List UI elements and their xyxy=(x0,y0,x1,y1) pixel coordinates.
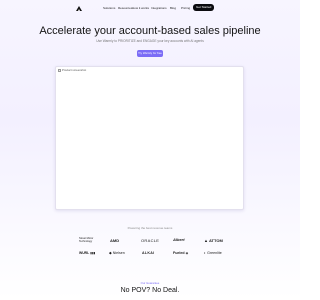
nav-item-blog[interactable]: Blog xyxy=(170,6,176,10)
logo-label: ALKAI xyxy=(142,251,155,255)
nav-item-solutions[interactable]: Solutions xyxy=(103,6,115,10)
logo-label: Albert xyxy=(173,237,185,242)
logo-label: Street Motor Technology xyxy=(79,237,94,243)
nav-item-integrations[interactable]: Integrations xyxy=(151,6,167,10)
logo-label: WURL xyxy=(79,251,90,255)
hero-subtitle: Use Warmly to PRIORITIZE and ENGAGE your… xyxy=(96,39,204,43)
logo-fueled: Fueled ◉ xyxy=(173,251,188,256)
nav-item-pricing[interactable]: Pricing xyxy=(181,6,190,10)
try-free-button[interactable]: Try Warmly for free xyxy=(137,50,163,57)
fueled-mark-icon: ◉ xyxy=(185,251,189,255)
logo-label: ORACLE xyxy=(141,238,160,243)
product-screenshot-frame: Product screenshot xyxy=(55,66,244,210)
guarantee-title: No POV? No Deal. xyxy=(120,287,180,294)
logo-label: Greenlite xyxy=(207,251,222,255)
top-nav: Solutions Resources How it works Integra… xyxy=(0,3,300,15)
logo-label: Nielsen xyxy=(112,251,125,255)
hero-title: Accelerate your account-based sales pipe… xyxy=(39,25,261,37)
logos-heading: Powering the best revenue teams xyxy=(127,226,173,230)
logo-label: AMD xyxy=(110,238,120,243)
logo-nielsen: ◆ Nielsen xyxy=(109,251,125,256)
logo-label: ATTOM xyxy=(208,238,223,243)
logo-amd: AMD xyxy=(110,238,119,243)
broken-image-icon xyxy=(58,69,61,72)
image-alt-text: Product screenshot xyxy=(62,68,87,72)
logo-alkai: ALKAI xyxy=(142,251,154,256)
logo-icon[interactable] xyxy=(75,5,83,12)
nav-item-how-it-works[interactable]: How it works xyxy=(132,6,149,10)
broken-image: Product screenshot xyxy=(58,69,86,72)
logo-label: Fueled xyxy=(173,251,185,255)
logo-greenlite: ◐ Greenlite xyxy=(204,251,222,256)
wurl-bars-icon: ▮▮▮ xyxy=(90,251,96,255)
logo-wurl: WURL ▮▮▮ xyxy=(79,251,95,256)
logo-oracle: ORACLE xyxy=(141,238,159,243)
attom-mark-icon: ▲ xyxy=(204,238,208,243)
nav-item-resources[interactable]: Resources xyxy=(118,6,132,10)
greenlite-mark-icon: ◐ xyxy=(204,251,207,255)
logo-street-motor: Street Motor Technology xyxy=(79,237,99,243)
get-started-button[interactable]: Get Started xyxy=(193,4,215,11)
logo-albert: Albert xyxy=(173,237,185,242)
logo-attom: ▲ ATTOM xyxy=(204,238,223,243)
nielsen-mark-icon: ◆ xyxy=(109,251,112,255)
guarantee-eyebrow: Our Guarantee xyxy=(140,281,160,285)
